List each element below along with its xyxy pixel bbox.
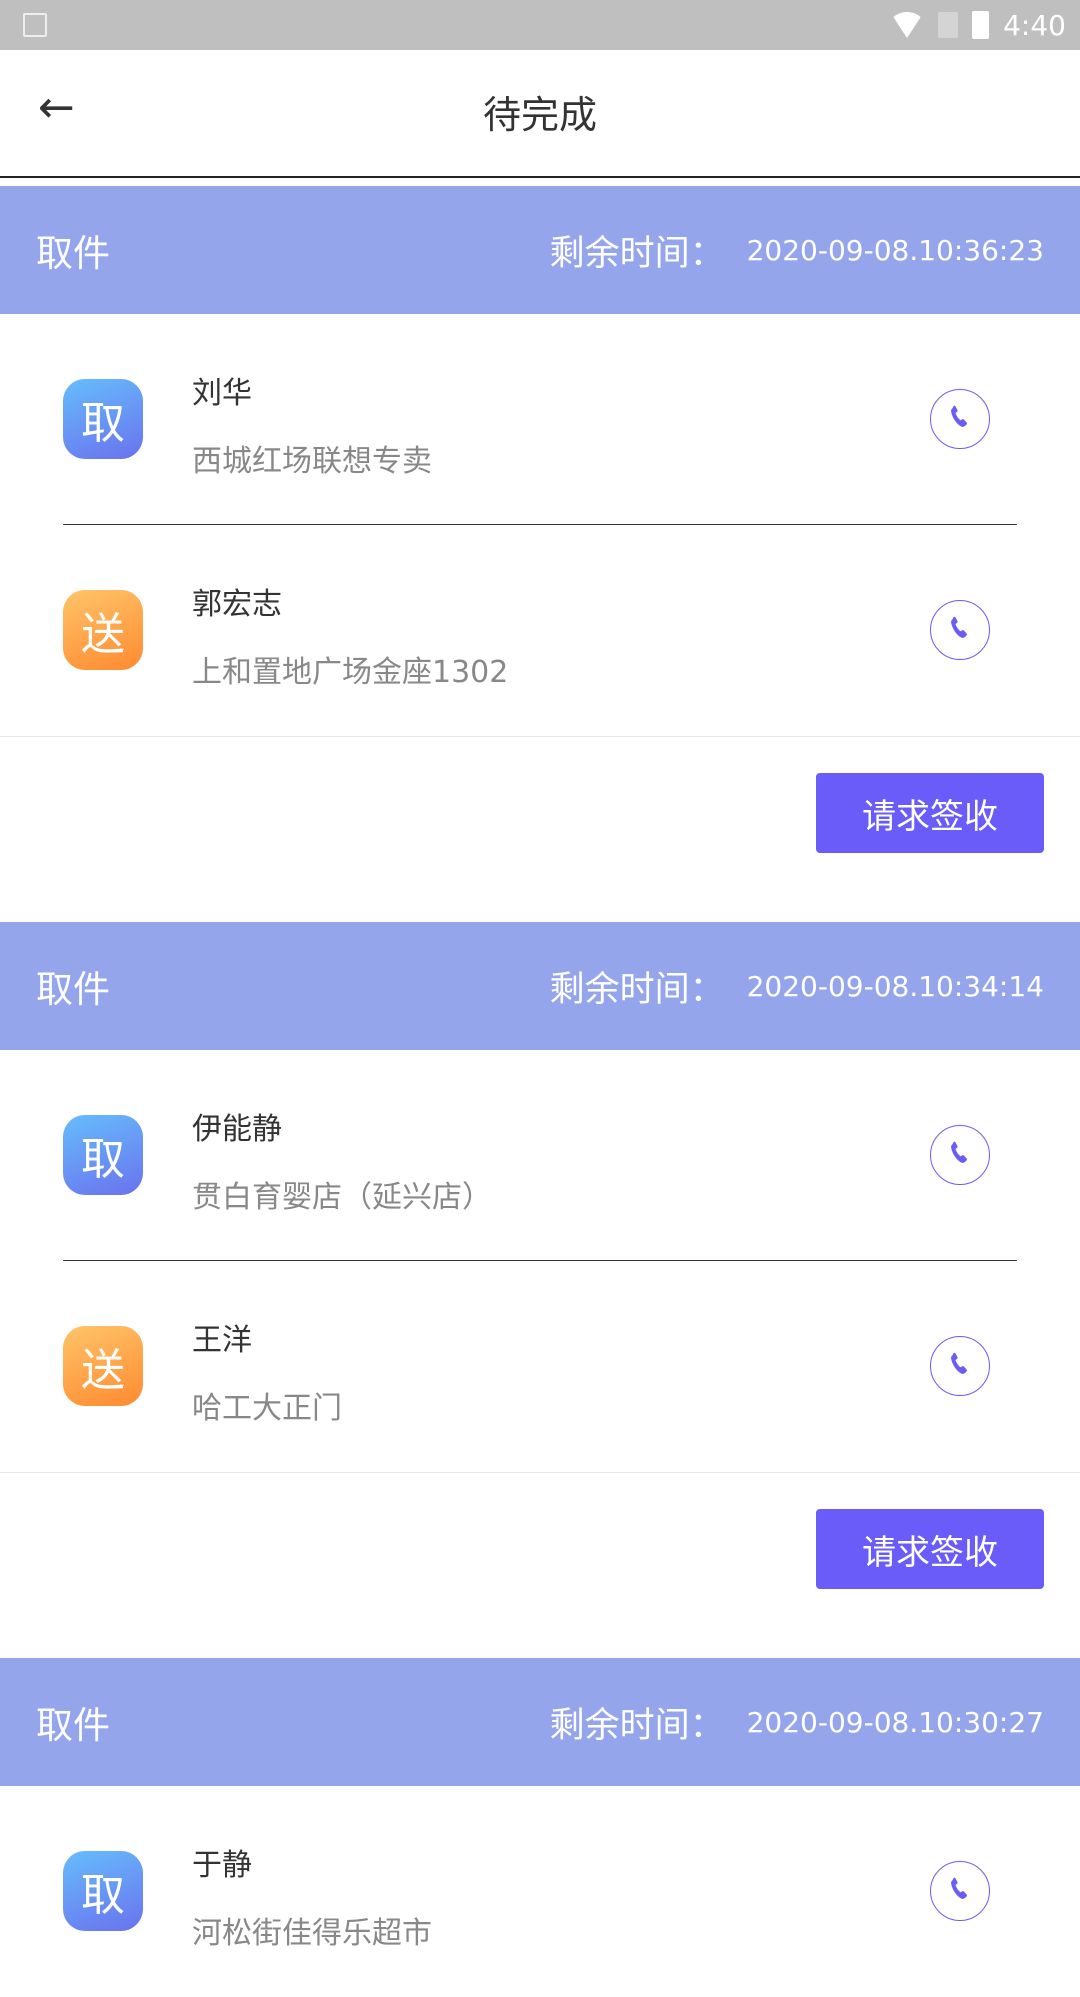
request-sign-button[interactable]: 请求签收 — [816, 1509, 1044, 1589]
remaining-label: 剩余时间： — [549, 1705, 725, 1746]
remaining-time-value: 2020-09-08.10:30:27 — [746, 1705, 1044, 1739]
list-item: 送 王洋哈工大正门 — [63, 1261, 1017, 1472]
list-item: 送 郭宏志上和置地广场金座1302 — [63, 525, 1017, 736]
order-header: 取件 剩余时间： 2020-09-08.10:34:14 — [0, 922, 1080, 1050]
contact-name: 刘华 — [192, 376, 252, 411]
page-title: 待完成 — [482, 93, 597, 137]
remaining-time: 剩余时间： 2020-09-08.10:36:23 — [550, 225, 1044, 276]
request-sign-button[interactable]: 请求签收 — [816, 773, 1044, 853]
pickup-badge-icon: 取 — [63, 379, 143, 459]
order-type: 取件 — [36, 1704, 110, 1747]
contact-name: 郭宏志 — [192, 587, 282, 622]
call-button[interactable] — [930, 1861, 990, 1921]
call-button[interactable] — [930, 389, 990, 449]
image-icon — [23, 13, 47, 37]
phone-icon — [946, 614, 974, 646]
remaining-time-value: 2020-09-08.10:34:14 — [746, 969, 1044, 1003]
call-button[interactable] — [930, 600, 990, 660]
phone-icon — [946, 1139, 974, 1171]
order-card: 取件 剩余时间： 2020-09-08.10:36:23 取 刘华西城红场联想专卖送 郭宏… — [0, 186, 1080, 922]
order-type: 取件 — [36, 968, 110, 1011]
contact-address: 贯白育婴店（延兴店） — [192, 1180, 492, 1215]
list-item: 取 于静河松街佳得乐超市 — [63, 1786, 1017, 1997]
order-card: 取件 剩余时间： 2020-09-08.10:30:27 取 于静河松街佳得乐超市 — [0, 1658, 1080, 1997]
contact-name: 伊能静 — [192, 1112, 282, 1147]
remaining-label: 剩余时间： — [549, 233, 725, 274]
no-sim-icon — [938, 12, 959, 38]
order-footer: 请求签收 — [0, 736, 1080, 922]
remaining-time-value: 2020-09-08.10:36:23 — [746, 233, 1044, 267]
deliver-badge-icon: 送 — [63, 1326, 143, 1406]
contact-address: 河松街佳得乐超市 — [192, 1916, 432, 1951]
contact-address: 西城红场联想专卖 — [192, 444, 432, 479]
phone-icon — [946, 403, 974, 435]
order-card: 取件 剩余时间： 2020-09-08.10:34:14 取 伊能静贯白育婴店（延兴店）… — [0, 922, 1080, 1658]
pickup-badge-icon: 取 — [63, 1851, 143, 1931]
app-header: ← 待完成 — [0, 50, 1080, 178]
contact-address: 哈工大正门 — [192, 1391, 342, 1426]
phone-icon — [946, 1875, 974, 1907]
wifi-icon — [890, 12, 925, 38]
order-header: 取件 剩余时间： 2020-09-08.10:30:27 — [0, 1658, 1080, 1786]
battery-charging-icon — [972, 11, 990, 39]
deliver-badge-icon: 送 — [63, 590, 143, 670]
order-type: 取件 — [36, 232, 110, 275]
contact-name: 王洋 — [192, 1323, 252, 1358]
order-list: 取件 剩余时间： 2020-09-08.10:36:23 取刘华 西城红场联想专卖送郭宏… — [0, 186, 1080, 1997]
list-item: 取 伊能静贯白育婴店（延兴店） — [63, 1050, 1017, 1261]
status-bar: 4:40 — [0, 0, 1080, 50]
pickup-badge-icon: 取 — [63, 1115, 143, 1195]
phone-icon — [946, 1350, 974, 1382]
call-button[interactable] — [930, 1125, 990, 1185]
remaining-time: 剩余时间： 2020-09-08.10:30:27 — [550, 1697, 1044, 1748]
contact-address: 上和置地广场金座1302 — [192, 655, 509, 690]
remaining-label: 剩余时间： — [549, 969, 725, 1010]
order-header: 取件 剩余时间： 2020-09-08.10:36:23 — [0, 186, 1080, 314]
call-button[interactable] — [930, 1336, 990, 1396]
remaining-time: 剩余时间： 2020-09-08.10:34:14 — [550, 961, 1044, 1012]
order-footer: 请求签收 — [0, 1472, 1080, 1658]
list-item: 取 刘华西城红场联想专卖 — [63, 314, 1017, 525]
status-time: 4:40 — [1003, 8, 1066, 42]
contact-name: 于静 — [192, 1848, 252, 1883]
